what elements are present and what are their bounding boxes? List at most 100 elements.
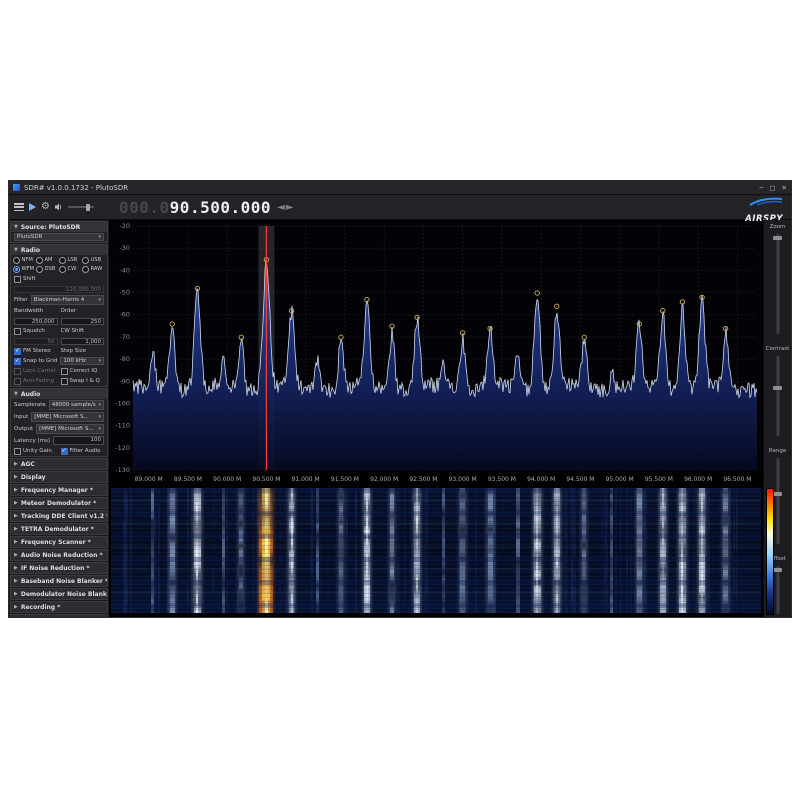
bandwidth-input[interactable]: 250,000	[14, 318, 58, 325]
snap-to-grid-checkbox[interactable]: Snap to Grid	[14, 358, 57, 365]
frequency-step-up-icon[interactable]: ►	[286, 202, 294, 213]
contrast-slider-thumb[interactable]	[773, 386, 782, 390]
mode-radio-lsb[interactable]: LSB	[59, 256, 82, 264]
cw-shift-input[interactable]: 1,000	[61, 338, 105, 345]
waterfall-streak	[536, 488, 538, 613]
offset-slider[interactable]	[776, 566, 779, 614]
caret-right-icon: ▶	[14, 474, 18, 480]
sidebar-panel-agc[interactable]: ▶AGC	[10, 458, 108, 470]
panel-title: Frequency Scanner *	[21, 539, 91, 546]
anti-fading-checkbox: Anti-Fading	[14, 378, 58, 385]
filter-window-select[interactable]: Blackman-Harris 4 ▾	[31, 295, 104, 305]
caret-right-icon: ▶	[14, 578, 18, 584]
squelch-checkbox[interactable]: Squelch	[14, 328, 58, 335]
frequency-tick-label: 90.000 M	[213, 476, 241, 483]
mode-radio-wfm[interactable]: WFM	[13, 265, 36, 273]
frequency-tick-label: 92.500 M	[409, 476, 437, 483]
range-slider[interactable]	[776, 458, 779, 544]
waterfall-streak	[187, 488, 189, 613]
swap-iq-checkbox[interactable]: Swap I & Q	[61, 378, 105, 385]
mode-radio-nfm[interactable]: NFM	[13, 256, 36, 264]
samplerate-label: Samplerate	[14, 402, 46, 408]
unity-gain-checkbox[interactable]: Unity Gain	[14, 448, 58, 455]
maximize-button[interactable]: □	[769, 184, 775, 192]
waterfall-colorbar	[766, 488, 774, 615]
menu-button[interactable]	[14, 203, 24, 211]
samplerate-select[interactable]: 48000 sample/sec ▾	[49, 400, 104, 410]
mode-radio-usb[interactable]: USB	[82, 256, 105, 264]
correct-iq-checkbox[interactable]: Correct IQ	[61, 368, 105, 375]
waterfall-display[interactable]	[111, 488, 761, 613]
fm-stereo-checkbox[interactable]: FM Stereo	[14, 348, 58, 355]
sidebar-panel-frequency-scanner[interactable]: ▶Frequency Scanner *	[10, 536, 108, 548]
zoom-slider[interactable]	[776, 234, 779, 334]
contrast-slider[interactable]	[776, 356, 779, 436]
frequency-tick-label: 96.000 M	[684, 476, 712, 483]
swap-iq-label: Swap I & Q	[70, 378, 100, 384]
anti-fading-label: Anti-Fading	[23, 378, 54, 384]
mode-radio-raw[interactable]: RAW	[82, 265, 105, 273]
chevron-down-icon: ▾	[98, 234, 101, 240]
sidebar-panel-audio-noise-reduction[interactable]: ▶Audio Noise Reduction *	[10, 549, 108, 561]
volume-slider-thumb[interactable]	[86, 204, 90, 211]
spectrum-plot[interactable]: -20-30-40-50-60-70-80-90-100-110-120-130	[111, 220, 761, 474]
source-device-select[interactable]: PlutoSDR ▾	[14, 233, 104, 241]
radio-button-icon	[36, 266, 43, 273]
step-size-select[interactable]: 100 kHz ▾	[60, 357, 104, 365]
sidebar-panel-baseband-noise-blanker[interactable]: ▶Baseband Noise Blanker *	[10, 575, 108, 587]
radio-panel-header[interactable]: ▼ Radio	[11, 245, 107, 255]
demodulation-mode-selector: NFMAMLSBUSB WFMDSBCWRAW	[11, 255, 107, 274]
sidebar-panel-meteor-demodulator[interactable]: ▶Meteor Demodulator *	[10, 497, 108, 509]
airspy-logo: AIRSPY	[731, 197, 783, 217]
latency-input[interactable]: 100	[53, 436, 104, 445]
waterfall-streak	[601, 488, 603, 613]
waterfall-streak	[311, 488, 314, 613]
waterfall-streak	[158, 488, 160, 613]
frequency-step-down-icon[interactable]: ◄	[277, 202, 285, 213]
close-button[interactable]: ✕	[782, 184, 787, 192]
mode-radio-cw[interactable]: CW	[59, 265, 82, 273]
frequency-tick-label: 90.500 M	[252, 476, 280, 483]
sidebar-panel-tetra-demodulator[interactable]: ▶TETRA Demodulator *	[10, 523, 108, 535]
waterfall-streak	[626, 488, 629, 613]
frequency-display[interactable]: 000.090.500.000	[119, 198, 271, 217]
sidebar-panel-if-noise-reduction[interactable]: ▶IF Noise Reduction *	[10, 562, 108, 574]
mode-radio-dsb[interactable]: DSB	[36, 265, 59, 273]
sidebar-panel-tracking-dde-client-v1-2[interactable]: ▶Tracking DDE Client v1.2 *	[10, 510, 108, 522]
sidebar-panel-recording[interactable]: ▶Recording *	[10, 601, 108, 613]
sidebar-panel-zoom-fft[interactable]: ▶Zoom FFT *	[10, 614, 108, 618]
sidebar-panel-frequency-manager[interactable]: ▶Frequency Manager *	[10, 484, 108, 496]
waterfall-streak	[346, 488, 348, 613]
zoom-slider-thumb[interactable]	[773, 236, 782, 240]
waterfall-streak	[723, 488, 728, 613]
order-input[interactable]: 250	[61, 318, 105, 325]
mode-label: WFM	[22, 266, 35, 272]
range-slider-thumb[interactable]	[773, 492, 782, 496]
left-control-panel: ▼ Source: PlutoSDR PlutoSDR ▾ ▼ Radio	[9, 220, 109, 618]
screenshot-canvas: SDR# v1.0.0.1732 - PlutoSDR ─ □ ✕ ⚙ 000.…	[0, 0, 800, 800]
audio-output-select[interactable]: [MME] Microsoft S... ▾	[36, 424, 104, 434]
radio-panel-title: Radio	[21, 247, 40, 254]
zoom-label: Zoom	[764, 224, 791, 230]
frequency-tick-label: 94.500 M	[566, 476, 594, 483]
settings-gear-icon[interactable]: ⚙	[41, 202, 50, 212]
plugin-panel-list: ▶AGC▶Display▶Frequency Manager *▶Meteor …	[9, 458, 109, 618]
audio-input-select[interactable]: [MME] Microsoft S... ▾	[31, 412, 104, 422]
source-panel-header[interactable]: ▼ Source: PlutoSDR	[11, 222, 107, 232]
mode-radio-am[interactable]: AM	[36, 256, 59, 264]
play-button[interactable]	[29, 203, 36, 211]
waterfall-streak	[681, 488, 683, 613]
toolbar: ⚙ 000.090.500.000 ◄ ► AIRSPY	[9, 195, 791, 220]
shift-checkbox[interactable]: Shift	[14, 276, 36, 283]
sidebar-panel-demodulator-noise-blanker[interactable]: ▶Demodulator Noise Blanker *	[10, 588, 108, 600]
filter-audio-checkbox[interactable]: Filter Audio	[61, 448, 105, 455]
audio-panel-header[interactable]: ▼ Audio	[11, 389, 107, 399]
offset-slider-thumb[interactable]	[773, 568, 782, 572]
titlebar[interactable]: SDR# v1.0.0.1732 - PlutoSDR ─ □ ✕	[9, 181, 791, 195]
svg-text:-100: -100	[115, 400, 130, 408]
frequency-tick-label: 91.500 M	[331, 476, 359, 483]
sidebar-panel-display[interactable]: ▶Display	[10, 471, 108, 483]
waterfall-streak	[355, 488, 357, 613]
volume-slider[interactable]	[68, 206, 94, 208]
minimize-button[interactable]: ─	[759, 184, 763, 192]
